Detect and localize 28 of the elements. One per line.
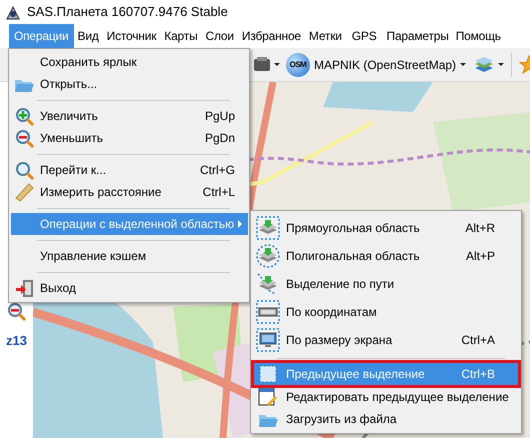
zoom-level-label: z13 [6, 332, 27, 350]
menu-item[interactable]: Управление кэшем [11, 245, 248, 267]
menu-bar-item[interactable]: Помощь [452, 24, 504, 48]
menu-item[interactable]: Открыть... [11, 73, 248, 95]
window-title: SAS.Планета 160707.9476 Stable [27, 3, 228, 22]
menu-item[interactable]: Сохранить ярлык [11, 51, 248, 73]
menu-item[interactable]: Выделение по пути [253, 270, 519, 298]
map-source-label: MAPNIK (OpenStreetMap) [314, 56, 456, 74]
menu-bar-item[interactable]: Параметры [382, 24, 453, 48]
menu-bar-item[interactable]: Избранное [238, 24, 305, 48]
menu-item[interactable]: Загрузить из файла [253, 408, 519, 430]
menu-item[interactable]: Прямоугольная область Alt+R [253, 214, 519, 242]
menu-bar-item[interactable]: Слои [202, 24, 238, 48]
menu-bar-item[interactable]: Источник [102, 24, 160, 48]
menu-item[interactable]: По размеру экрана Ctrl+A [253, 326, 519, 354]
menu-item[interactable]: Перейти к... Ctrl+G [11, 159, 248, 181]
menu-item[interactable]: Измерить расстояние Ctrl+L [11, 181, 248, 203]
menu-bar-item[interactable]: Карты [160, 24, 202, 48]
menu-item[interactable]: Уменьшить PgDn [11, 127, 248, 149]
logo-label: OSM [290, 60, 306, 70]
menu-item[interactable]: По координатам [253, 298, 519, 326]
menu-item[interactable]: Полигональная область Alt+P [253, 242, 519, 270]
menu-item[interactable]: Увеличить PgUp [11, 105, 248, 127]
menu-bar-item[interactable]: Вид [74, 24, 103, 48]
menu-bar-item[interactable]: Метки [304, 24, 346, 48]
menu-item[interactable]: Редактировать предыдущее выделение [253, 386, 519, 408]
menu-item[interactable]: Выход [11, 277, 248, 299]
menu-bar-item[interactable]: GPS [346, 24, 383, 48]
